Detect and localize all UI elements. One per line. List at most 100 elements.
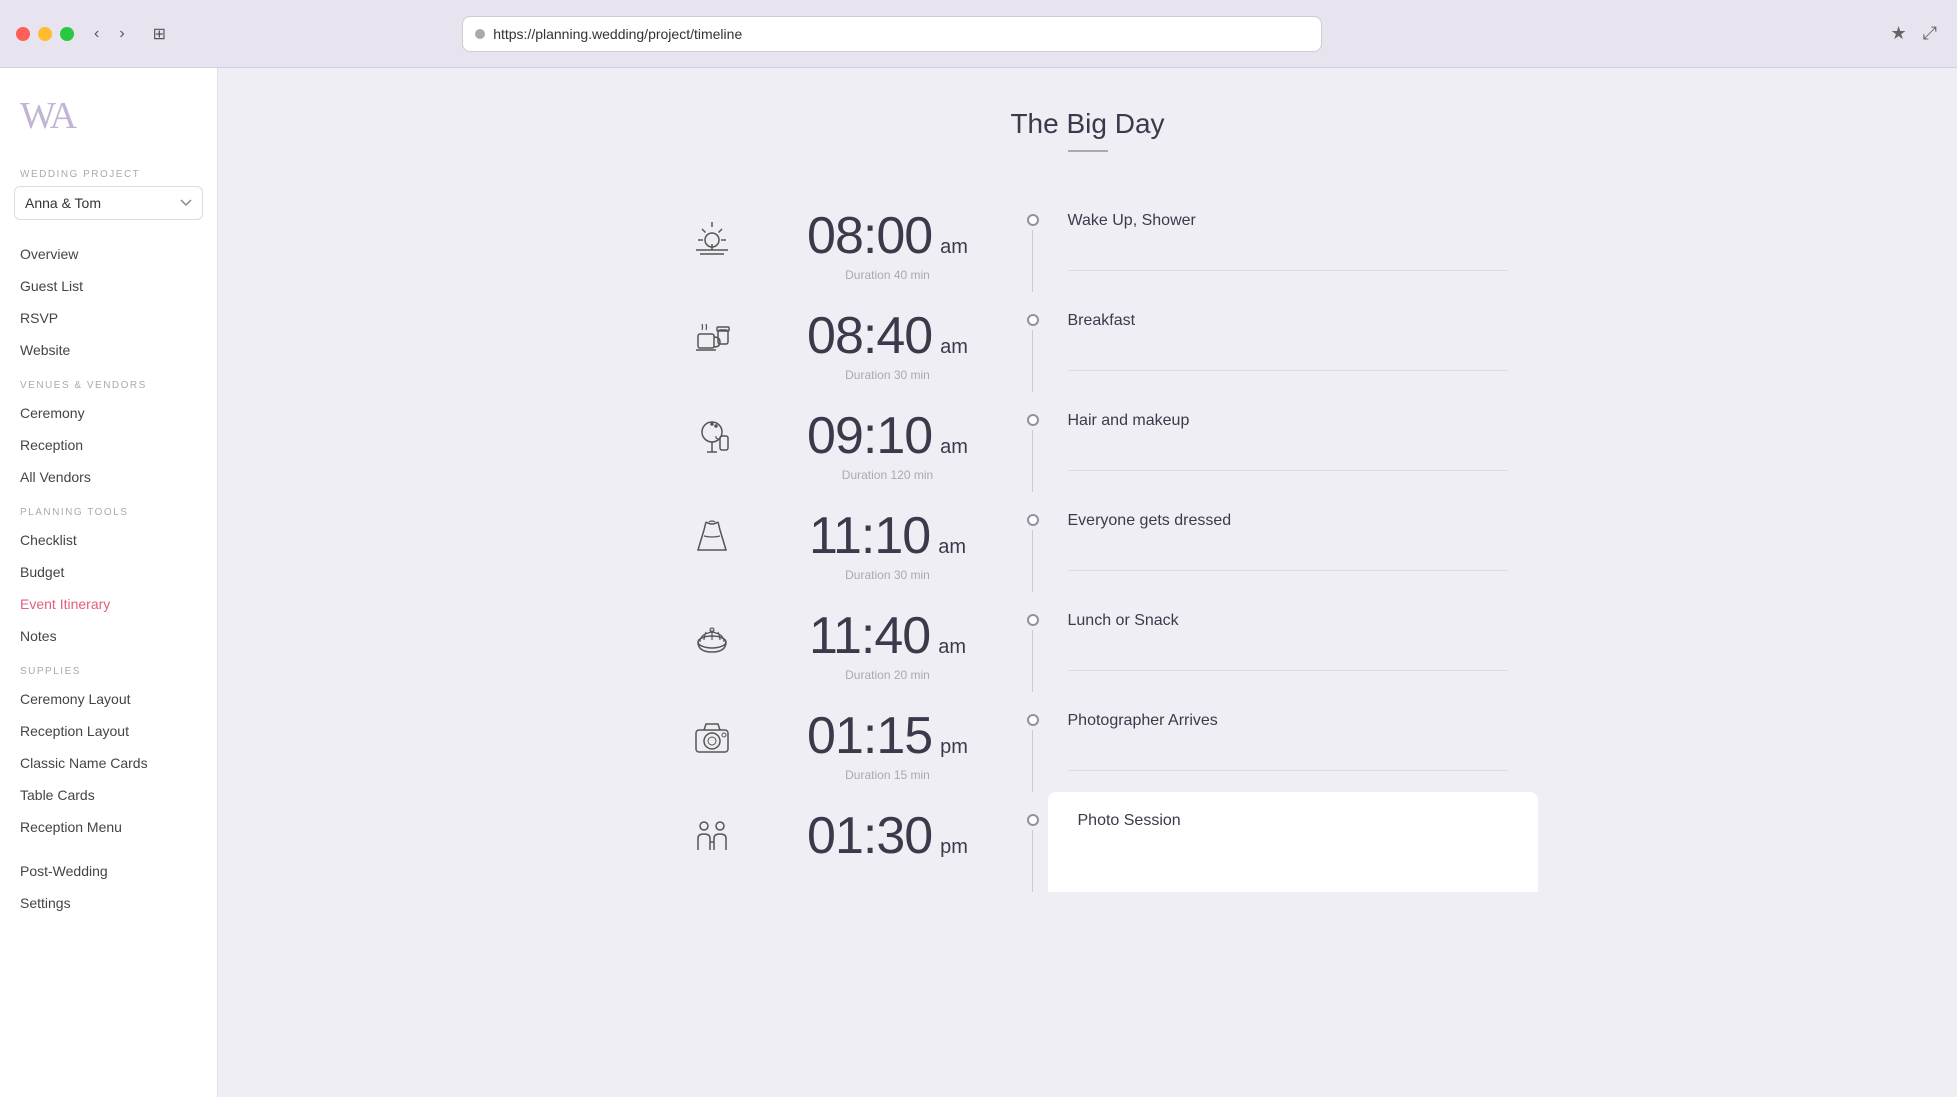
timeline-line-4 xyxy=(1032,530,1033,592)
sidebar-item-notes[interactable]: Notes xyxy=(0,620,217,652)
sidebar-toggle-button[interactable]: ⊞ xyxy=(145,20,174,48)
timeline-dot-6 xyxy=(1027,714,1039,726)
camera-icon xyxy=(686,710,738,762)
sidebar-item-all-vendors[interactable]: All Vendors xyxy=(0,461,217,493)
timeline-duration-6: Duration 15 min xyxy=(845,768,930,782)
timeline-ampm-1: am xyxy=(940,236,968,259)
timeline-event-6: Photographer Arrives xyxy=(1068,712,1508,730)
timeline-time-1: 08:00 xyxy=(807,210,932,262)
logo-container: WA xyxy=(0,68,217,157)
timeline-ampm-5: am xyxy=(938,636,966,659)
timeline-event-7: Photo Session xyxy=(1078,812,1508,830)
timeline-center-4: 11:10 am Duration 30 min xyxy=(758,492,1018,592)
maximize-button[interactable] xyxy=(60,27,74,41)
timeline-dot-4 xyxy=(1027,514,1039,526)
sidebar-item-reception-menu[interactable]: Reception Menu xyxy=(0,811,217,843)
timeline-center-5: 11:40 am Duration 20 min xyxy=(758,592,1018,692)
expand-button[interactable]: ⤢ xyxy=(1919,19,1941,48)
timeline-right-2: Breakfast xyxy=(1048,292,1538,392)
timeline-event-1: Wake Up, Shower xyxy=(1068,212,1508,230)
timeline-item-2: 08:40 am Duration 30 min Breakfast xyxy=(638,292,1538,392)
venues-vendors-label: VENUES & VENDORS xyxy=(0,366,217,397)
timeline-divider-4 xyxy=(1068,570,1508,571)
sidebar-item-overview[interactable]: Overview xyxy=(0,238,217,270)
svg-text:WA: WA xyxy=(20,95,78,136)
minimize-button[interactable] xyxy=(38,27,52,41)
timeline-item-5: 11:40 am Duration 20 min Lunch or Snack xyxy=(638,592,1538,692)
timeline-item-4: 11:10 am Duration 30 min Everyone gets d… xyxy=(638,492,1538,592)
sidebar-item-budget[interactable]: Budget xyxy=(0,556,217,588)
timeline-dot-3 xyxy=(1027,414,1039,426)
timeline-duration-4: Duration 30 min xyxy=(845,568,930,582)
timeline-left-1 xyxy=(638,192,758,292)
timeline-duration-1: Duration 40 min xyxy=(845,268,930,282)
sidebar-item-table-cards[interactable]: Table Cards xyxy=(0,779,217,811)
dress-icon xyxy=(686,510,738,562)
timeline-time-4: 11:10 xyxy=(809,510,930,562)
timeline-center-2: 08:40 am Duration 30 min xyxy=(758,292,1018,392)
timeline-line-7 xyxy=(1032,830,1033,892)
timeline-right-1: Wake Up, Shower xyxy=(1048,192,1538,292)
timeline-divider-6 xyxy=(1068,770,1508,771)
url-bar[interactable]: https://planning.wedding/project/timelin… xyxy=(462,16,1322,52)
timeline-time-7: 01:30 xyxy=(807,810,932,862)
breakfast-icon xyxy=(686,310,738,362)
timeline-connector-7 xyxy=(1018,792,1048,892)
timeline-center-1: 08:00 am Duration 40 min xyxy=(758,192,1018,292)
sidebar-item-settings[interactable]: Settings xyxy=(0,887,217,919)
supplies-label: SUPPLIES xyxy=(0,652,217,683)
sidebar-item-website[interactable]: Website xyxy=(0,334,217,366)
timeline-event-4: Everyone gets dressed xyxy=(1068,512,1508,530)
timeline-left-5 xyxy=(638,592,758,692)
traffic-lights xyxy=(16,27,74,41)
bookmark-button[interactable]: ★ xyxy=(1886,19,1910,48)
logo-mark: WA xyxy=(20,92,80,141)
main-content: The Big Day xyxy=(218,68,1957,1097)
sidebar-item-event-itinerary[interactable]: Event Itinerary xyxy=(0,588,217,620)
timeline-duration-2: Duration 30 min xyxy=(845,368,930,382)
sidebar-item-guest-list[interactable]: Guest List xyxy=(0,270,217,302)
sidebar-item-reception[interactable]: Reception xyxy=(0,429,217,461)
page-title: The Big Day xyxy=(278,108,1897,140)
makeup-icon xyxy=(686,410,738,462)
timeline-right-5: Lunch or Snack xyxy=(1048,592,1538,692)
sidebar: WA WEDDING PROJECT Anna & Tom Overview G… xyxy=(0,68,218,1097)
timeline-connector-6 xyxy=(1018,692,1048,792)
timeline-ampm-2: am xyxy=(940,336,968,359)
sidebar-item-checklist[interactable]: Checklist xyxy=(0,524,217,556)
timeline-right-3: Hair and makeup xyxy=(1048,392,1538,492)
timeline-connector-4 xyxy=(1018,492,1048,592)
forward-button[interactable]: › xyxy=(111,21,132,47)
close-button[interactable] xyxy=(16,27,30,41)
timeline-event-2: Breakfast xyxy=(1068,312,1508,330)
security-indicator xyxy=(475,29,485,39)
timeline-event-5: Lunch or Snack xyxy=(1068,612,1508,630)
timeline-connector-5 xyxy=(1018,592,1048,692)
nav-buttons: ‹ › xyxy=(86,21,133,47)
timeline-divider-3 xyxy=(1068,470,1508,471)
browser-chrome: ‹ › ⊞ https://planning.wedding/project/t… xyxy=(0,0,1957,68)
sidebar-item-rsvp[interactable]: RSVP xyxy=(0,302,217,334)
timeline-center-7: 01:30 pm xyxy=(758,792,1018,892)
timeline-line-2 xyxy=(1032,330,1033,392)
timeline-connector-3 xyxy=(1018,392,1048,492)
sidebar-item-classic-name-cards[interactable]: Classic Name Cards xyxy=(0,747,217,779)
page-title-container: The Big Day xyxy=(278,108,1897,152)
sidebar-item-ceremony-layout[interactable]: Ceremony Layout xyxy=(0,683,217,715)
timeline-item-1: 08:00 am Duration 40 min Wake Up, Shower xyxy=(638,192,1538,292)
back-button[interactable]: ‹ xyxy=(86,21,107,47)
timeline-time-3: 09:10 xyxy=(807,410,932,462)
project-select[interactable]: Anna & Tom xyxy=(14,186,203,220)
timeline-right-7: Photo Session xyxy=(1048,792,1538,892)
timeline-right-6: Photographer Arrives xyxy=(1048,692,1538,792)
sidebar-item-ceremony[interactable]: Ceremony xyxy=(0,397,217,429)
app-layout: WA WEDDING PROJECT Anna & Tom Overview G… xyxy=(0,68,1957,1097)
timeline-dot-5 xyxy=(1027,614,1039,626)
timeline-left-7 xyxy=(638,792,758,892)
timeline-line-3 xyxy=(1032,430,1033,492)
sidebar-item-post-wedding[interactable]: Post-Wedding xyxy=(0,855,217,887)
timeline-connector-2 xyxy=(1018,292,1048,392)
sidebar-item-reception-layout[interactable]: Reception Layout xyxy=(0,715,217,747)
browser-actions: ★ ⤢ xyxy=(1886,19,1941,48)
timeline-item-6: 01:15 pm Duration 15 min Photographer Ar… xyxy=(638,692,1538,792)
